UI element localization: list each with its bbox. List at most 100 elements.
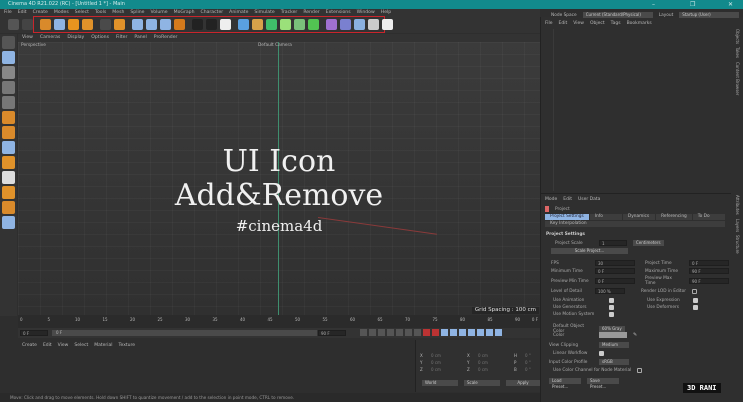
- mm-menu-view[interactable]: View: [58, 343, 69, 348]
- prev-key-icon[interactable]: [369, 329, 376, 336]
- node-space-dropdown[interactable]: Current (Standard/Physical): [582, 12, 653, 18]
- render-picture-viewer-icon[interactable]: [206, 19, 217, 30]
- linear-workflow-checkbox[interactable]: [599, 351, 604, 356]
- render-settings-icon[interactable]: [220, 19, 231, 30]
- go-start-icon[interactable]: [360, 329, 367, 336]
- viewport-menu-view[interactable]: View: [22, 34, 33, 42]
- coord-size-dropdown[interactable]: Scale: [464, 380, 500, 386]
- lod-input[interactable]: 100 %: [595, 288, 625, 294]
- prev-frame-icon[interactable]: [378, 329, 385, 336]
- menu-edit[interactable]: Edit: [18, 9, 27, 17]
- checkbox[interactable]: [609, 305, 614, 310]
- camera-icon[interactable]: [368, 19, 379, 30]
- mm-menu-material[interactable]: Material: [94, 343, 112, 348]
- workplane-icon[interactable]: [2, 171, 15, 184]
- coord-input[interactable]: 0 cm: [478, 353, 508, 358]
- checkbox[interactable]: [609, 298, 614, 303]
- maximize-button[interactable]: ❐: [690, 0, 695, 9]
- tab-structure[interactable]: Structure: [735, 235, 740, 254]
- tab-info[interactable]: Info: [589, 214, 622, 220]
- input-color-dropdown[interactable]: sRGB: [599, 359, 629, 365]
- subdivision-icon[interactable]: [266, 19, 277, 30]
- am-menu-mode[interactable]: Mode: [545, 197, 557, 202]
- coord-input[interactable]: 0 °: [525, 367, 555, 372]
- rot-key-icon[interactable]: [468, 329, 475, 336]
- snap-icon[interactable]: [2, 141, 15, 154]
- edge-mode-icon[interactable]: [2, 96, 15, 109]
- viewport-menu-display[interactable]: Display: [67, 34, 84, 42]
- y-axis-icon[interactable]: [146, 19, 157, 30]
- tab-to-do[interactable]: To Do: [692, 214, 725, 220]
- end-frame-input[interactable]: 90 F: [318, 330, 346, 336]
- tab-referencing[interactable]: Referencing: [656, 214, 692, 220]
- rotate-icon[interactable]: [82, 19, 93, 30]
- om-menu-view[interactable]: View: [573, 21, 584, 26]
- tab-key-interpolation[interactable]: Key Interpolation: [545, 221, 725, 227]
- material-manager[interactable]: Create Edit View Select Material Texture: [18, 340, 415, 392]
- lock-workplane-icon[interactable]: [2, 201, 15, 214]
- om-menu-file[interactable]: File: [545, 21, 553, 26]
- mm-menu-edit[interactable]: Edit: [43, 343, 52, 348]
- view-clipping-dropdown[interactable]: Medium: [599, 342, 629, 348]
- keyframe-selection-icon[interactable]: [441, 329, 448, 336]
- tab-attributes[interactable]: Attributes: [735, 195, 740, 215]
- world-coordinates-icon[interactable]: [174, 19, 185, 30]
- deformer-icon[interactable]: [326, 19, 337, 30]
- mograph-icon[interactable]: [308, 19, 319, 30]
- project-scale-input[interactable]: 1: [599, 240, 627, 246]
- pla-key-icon[interactable]: [486, 329, 493, 336]
- move-icon[interactable]: [54, 19, 65, 30]
- viewport-menu-panel[interactable]: Panel: [134, 34, 146, 42]
- close-button[interactable]: ✕: [728, 0, 733, 9]
- tab-layers[interactable]: Layers: [735, 219, 740, 232]
- tab-objects[interactable]: Objects: [735, 29, 740, 44]
- am-menu-user-data[interactable]: User Data: [578, 197, 600, 202]
- mm-menu-texture[interactable]: Texture: [119, 343, 135, 348]
- model-mode-icon[interactable]: [2, 51, 15, 64]
- record-icon[interactable]: [423, 329, 430, 336]
- z-axis-icon[interactable]: [160, 19, 171, 30]
- render-view-icon[interactable]: [192, 19, 203, 30]
- live-selection-icon[interactable]: [40, 19, 51, 30]
- pen-icon[interactable]: [252, 19, 263, 30]
- viewport-menu-filter[interactable]: Filter: [116, 34, 127, 42]
- redo-icon[interactable]: [22, 19, 33, 30]
- axis-icon[interactable]: [2, 126, 15, 139]
- object-list[interactable]: [553, 29, 729, 191]
- texture-mode-icon[interactable]: [2, 66, 15, 79]
- snap-settings-icon[interactable]: [2, 156, 15, 169]
- go-end-icon[interactable]: [414, 329, 421, 336]
- render-lod-checkbox[interactable]: [691, 288, 697, 294]
- autokey-icon[interactable]: [432, 329, 439, 336]
- coord-input[interactable]: 0 cm: [431, 360, 461, 365]
- solo-icon[interactable]: [2, 186, 15, 199]
- coord-input[interactable]: 0 cm: [478, 360, 508, 365]
- om-menu-tags[interactable]: Tags: [611, 21, 621, 26]
- timeline-ruler[interactable]: 0 5 10 15 20 25 30 35 40 45 50 55 60 65 70 75 80 85 90 0 F: [18, 315, 540, 328]
- scale-unit-dropdown[interactable]: Centimeters: [633, 240, 664, 246]
- field-input[interactable]: 90 F: [689, 278, 729, 284]
- tab-takes[interactable]: Takes: [735, 47, 740, 58]
- field-input[interactable]: 30: [595, 260, 635, 266]
- load-preset-button[interactable]: Load Preset...: [549, 378, 581, 389]
- scale-project-button[interactable]: Scale Project...: [551, 248, 628, 254]
- am-menu-edit[interactable]: Edit: [563, 197, 572, 202]
- om-menu-edit[interactable]: Edit: [559, 21, 568, 26]
- undo-icon[interactable]: [8, 19, 19, 30]
- grid-icon[interactable]: [2, 216, 15, 229]
- scale-icon[interactable]: [68, 19, 79, 30]
- tab-project-settings[interactable]: Project Settings: [545, 214, 589, 220]
- apply-button[interactable]: Apply: [506, 380, 540, 386]
- cube-icon[interactable]: [238, 19, 249, 30]
- checkbox[interactable]: [693, 305, 698, 310]
- menu-file[interactable]: File: [4, 9, 12, 17]
- generator-icon[interactable]: [280, 19, 291, 30]
- next-frame-icon[interactable]: [396, 329, 403, 336]
- cloner-icon[interactable]: [294, 19, 305, 30]
- field-input[interactable]: 0 F: [689, 260, 729, 266]
- tab-content-browser[interactable]: Content Browser: [735, 62, 740, 95]
- minimize-button[interactable]: –: [652, 0, 655, 9]
- coord-input[interactable]: 0 °: [525, 360, 555, 365]
- camera-name[interactable]: Default Camera: [258, 43, 292, 48]
- viewport-menu-options[interactable]: Options: [91, 34, 109, 42]
